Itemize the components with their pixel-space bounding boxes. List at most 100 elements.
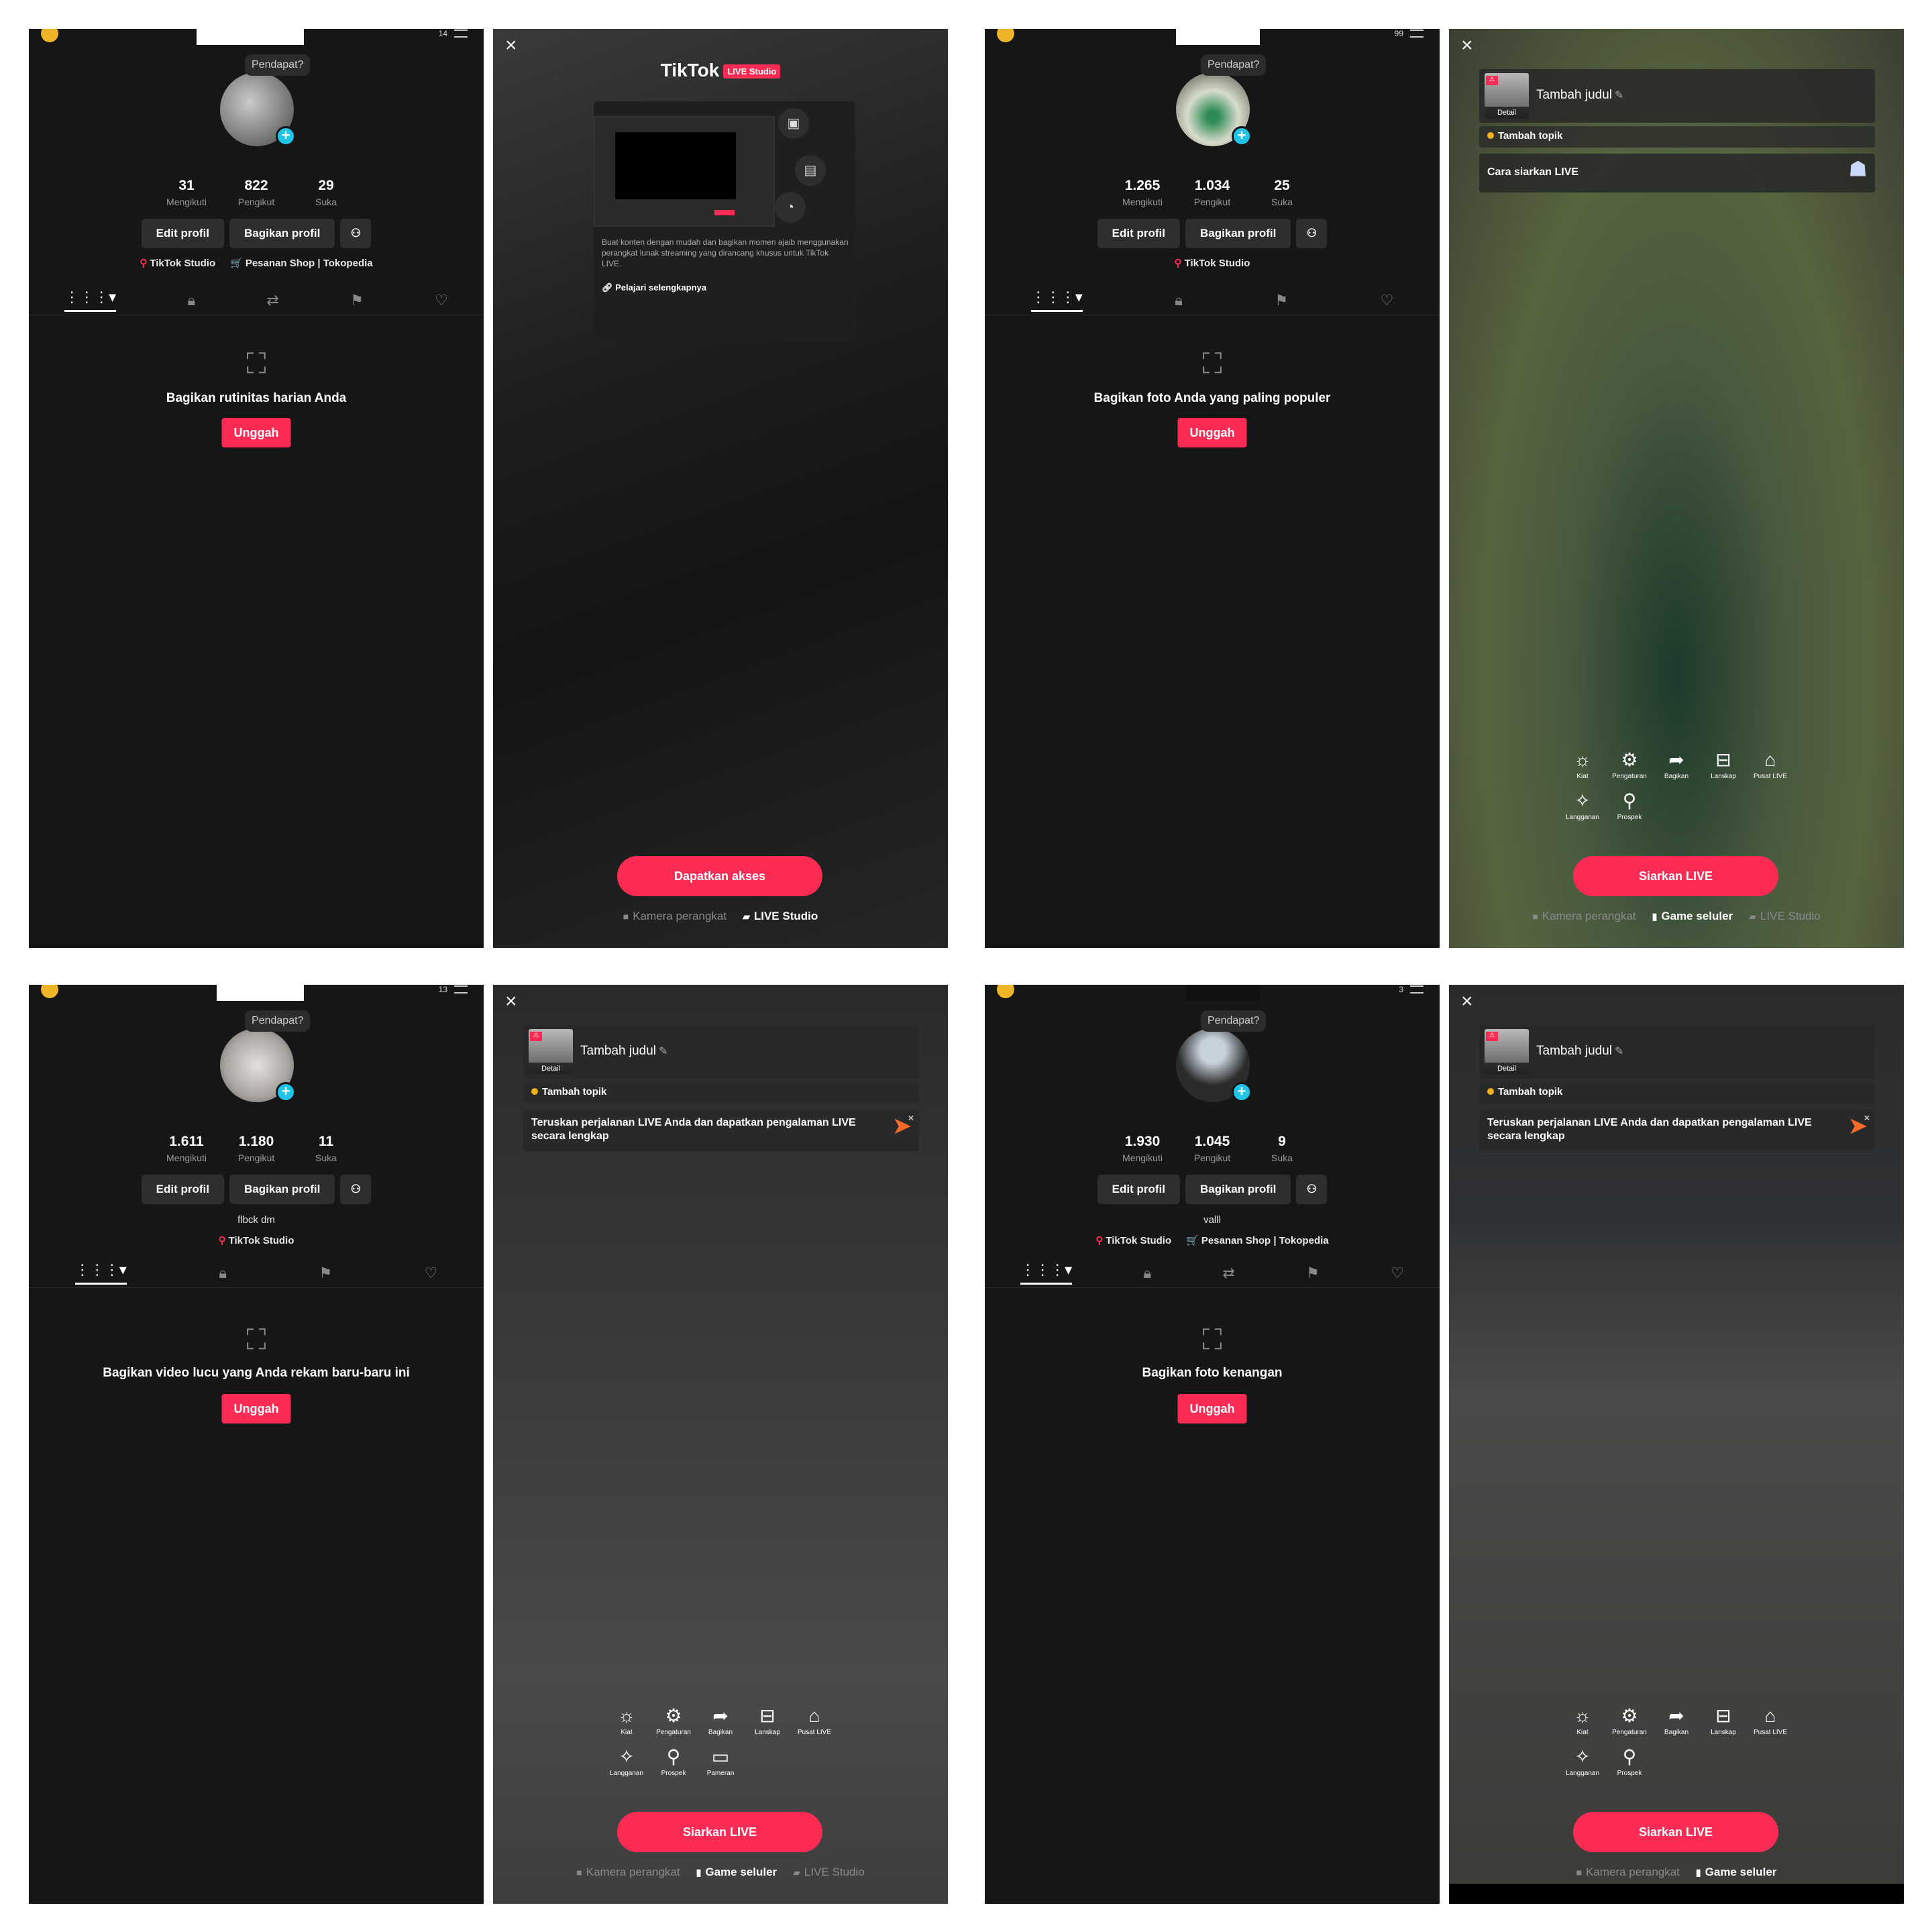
tool-share[interactable]: ➦ Bagikan: [697, 1705, 744, 1736]
title-input[interactable]: Tambah judul ✎: [580, 1044, 667, 1059]
banner-close-icon[interactable]: ×: [908, 1111, 914, 1124]
stat-likes[interactable]: 25 Suka: [1261, 178, 1303, 207]
continue-live-banner[interactable]: Teruskan perjalanan LIVE Anda dan dapatk…: [523, 1110, 919, 1151]
mode-live-studio[interactable]: ▰ LIVE Studio: [743, 910, 818, 923]
notification-count[interactable]: 13: [439, 985, 447, 994]
add-topic-button[interactable]: Tambah topik: [523, 1082, 919, 1104]
edit-profile-button[interactable]: Edit profil: [141, 219, 224, 248]
tiktok-studio-link[interactable]: ⚲ TikTok Studio: [219, 1234, 294, 1246]
tool-landscape[interactable]: ⊟ Lanskap: [1700, 1705, 1747, 1736]
stat-following[interactable]: 31 Mengikuti: [166, 178, 207, 207]
live-title-bar[interactable]: ⚠ Detail Tambah judul ✎: [1479, 69, 1875, 123]
close-icon[interactable]: ×: [505, 991, 517, 1012]
cover-thumbnail[interactable]: ⚠ Detail: [1485, 1029, 1529, 1075]
tool-settings[interactable]: ⚙ Pengaturan: [650, 1705, 697, 1736]
tool-prospect[interactable]: ⚲ Prospek: [1606, 1746, 1653, 1777]
tool-prospect[interactable]: ⚲ Prospek: [1606, 790, 1653, 821]
saved-tab-icon[interactable]: ⚑: [350, 292, 364, 309]
add-topic-button[interactable]: Tambah topik: [1479, 1082, 1875, 1104]
lock-tab-icon[interactable]: 🔒︎: [1143, 1265, 1151, 1282]
mode-mobile-game[interactable]: ▮ Game seluler: [1652, 910, 1733, 923]
mode-device-camera[interactable]: ■ Kamera perangkat: [1576, 1866, 1680, 1879]
plus-icon[interactable]: +: [276, 1082, 296, 1102]
mode-device-camera[interactable]: ■ Kamera perangkat: [1532, 910, 1635, 923]
banner-close-icon[interactable]: ×: [1864, 1111, 1870, 1124]
mode-mobile-game[interactable]: ▮ Game seluler: [1696, 1866, 1777, 1879]
shop-link[interactable]: 🛒 Pesanan Shop | Tokopedia: [1186, 1234, 1328, 1246]
add-friend-icon[interactable]: ⚇: [340, 219, 372, 248]
continue-live-banner[interactable]: Teruskan perjalanan LIVE Anda dan dapatk…: [1479, 1110, 1875, 1151]
go-live-button[interactable]: Siarkan LIVE: [617, 1812, 822, 1852]
stat-likes[interactable]: 11 Suka: [305, 1134, 347, 1163]
stat-likes[interactable]: 9 Suka: [1261, 1134, 1303, 1163]
plus-icon[interactable]: +: [276, 126, 296, 146]
title-input[interactable]: Tambah judul ✎: [1536, 88, 1623, 103]
repost-tab-icon[interactable]: ⇄: [266, 292, 278, 309]
menu-icon[interactable]: [1410, 30, 1424, 38]
liked-tab-icon[interactable]: ♡: [435, 292, 448, 309]
tool-subscription[interactable]: ✧ Langganan: [603, 1746, 650, 1777]
tool-share[interactable]: ➦ Bagikan: [1653, 1705, 1700, 1736]
live-title-bar[interactable]: ⚠ Detail Tambah judul ✎: [1479, 1025, 1875, 1079]
stat-following[interactable]: 1.611 Mengikuti: [166, 1134, 207, 1163]
share-profile-button[interactable]: Bagikan profil: [229, 1175, 335, 1204]
feedback-bubble[interactable]: Pendapat?: [245, 54, 311, 76]
stat-following[interactable]: 1.265 Mengikuti: [1122, 178, 1163, 207]
tool-prospect[interactable]: ⚲ Prospek: [650, 1746, 697, 1777]
liked-tab-icon[interactable]: ♡: [425, 1265, 438, 1282]
saved-tab-icon[interactable]: ⚑: [319, 1265, 332, 1282]
menu-icon[interactable]: [454, 30, 468, 38]
liked-tab-icon[interactable]: ♡: [1381, 292, 1394, 309]
mode-device-camera[interactable]: ■ Kamera perangkat: [576, 1866, 680, 1879]
mode-live-studio[interactable]: ▰ LIVE Studio: [793, 1866, 865, 1879]
close-icon[interactable]: ×: [1461, 991, 1473, 1012]
repost-tab-icon[interactable]: ⇄: [1222, 1265, 1234, 1282]
learn-more-link[interactable]: 🔗︎ Pelajari selengkapnya: [602, 282, 706, 293]
menu-icon[interactable]: [1410, 985, 1424, 994]
mode-mobile-game[interactable]: ▮ Game seluler: [696, 1866, 777, 1879]
tool-landscape[interactable]: ⊟ Lanskap: [744, 1705, 791, 1736]
tiktok-studio-link[interactable]: ⚲ TikTok Studio: [1175, 257, 1250, 269]
liked-tab-icon[interactable]: ♡: [1391, 1265, 1404, 1282]
lock-tab-icon[interactable]: 🔒︎: [219, 1265, 227, 1282]
tool-subscription[interactable]: ✧ Langganan: [1559, 1746, 1606, 1777]
tool-tips[interactable]: ☼ Kiat: [1559, 1705, 1606, 1736]
menu-icon[interactable]: [454, 985, 468, 994]
title-input[interactable]: Tambah judul ✎: [1536, 1044, 1623, 1059]
tool-tips[interactable]: ☼ Kiat: [1559, 749, 1606, 780]
plus-icon[interactable]: +: [1232, 1082, 1252, 1102]
grid-tab-icon[interactable]: ⋮⋮⋮▾: [74, 1261, 127, 1285]
cover-thumbnail[interactable]: ⚠ Detail: [1485, 73, 1529, 119]
tool-showcase[interactable]: ▭ Pameran: [697, 1746, 744, 1777]
tool-live-center[interactable]: ⌂ Pusat LIVE: [1747, 1705, 1794, 1736]
add-topic-button[interactable]: Tambah topik: [1479, 126, 1875, 148]
grid-tab-icon[interactable]: ⋮⋮⋮▾: [1030, 288, 1083, 312]
grid-tab-icon[interactable]: ⋮⋮⋮▾: [1020, 1261, 1073, 1285]
feedback-bubble[interactable]: Pendapat?: [245, 1010, 311, 1032]
share-profile-button[interactable]: Bagikan profil: [1185, 219, 1291, 248]
cover-thumbnail[interactable]: ⚠ Detail: [529, 1029, 573, 1075]
edit-profile-button[interactable]: Edit profil: [1097, 219, 1180, 248]
stat-likes[interactable]: 29 Suka: [305, 178, 347, 207]
go-live-button[interactable]: Siarkan LIVE: [1573, 1812, 1778, 1852]
notification-count[interactable]: 99: [1395, 29, 1403, 38]
notification-count[interactable]: 14: [439, 29, 447, 38]
lock-tab-icon[interactable]: 🔒︎: [1175, 292, 1183, 309]
how-to-live-banner[interactable]: Cara siarkan LIVE ☗: [1479, 154, 1875, 193]
get-access-button[interactable]: Dapatkan akses: [617, 856, 822, 896]
grid-tab-icon[interactable]: ⋮⋮⋮▾: [64, 288, 117, 312]
lock-tab-icon[interactable]: 🔒︎: [187, 292, 195, 309]
feedback-bubble[interactable]: Pendapat?: [1201, 1010, 1267, 1032]
feedback-bubble[interactable]: Pendapat?: [1201, 54, 1267, 76]
tool-settings[interactable]: ⚙ Pengaturan: [1606, 749, 1653, 780]
close-icon[interactable]: ×: [505, 36, 517, 56]
tool-landscape[interactable]: ⊟ Lanskap: [1700, 749, 1747, 780]
edit-profile-button[interactable]: Edit profil: [1097, 1175, 1180, 1204]
share-profile-button[interactable]: Bagikan profil: [229, 219, 335, 248]
add-friend-icon[interactable]: ⚇: [1296, 1175, 1328, 1204]
add-friend-icon[interactable]: ⚇: [1296, 219, 1328, 248]
stat-followers[interactable]: 1.034 Pengikut: [1191, 178, 1233, 207]
go-live-button[interactable]: Siarkan LIVE: [1573, 856, 1778, 896]
tool-share[interactable]: ➦ Bagikan: [1653, 749, 1700, 780]
tiktok-studio-link[interactable]: ⚲ TikTok Studio: [140, 257, 215, 269]
